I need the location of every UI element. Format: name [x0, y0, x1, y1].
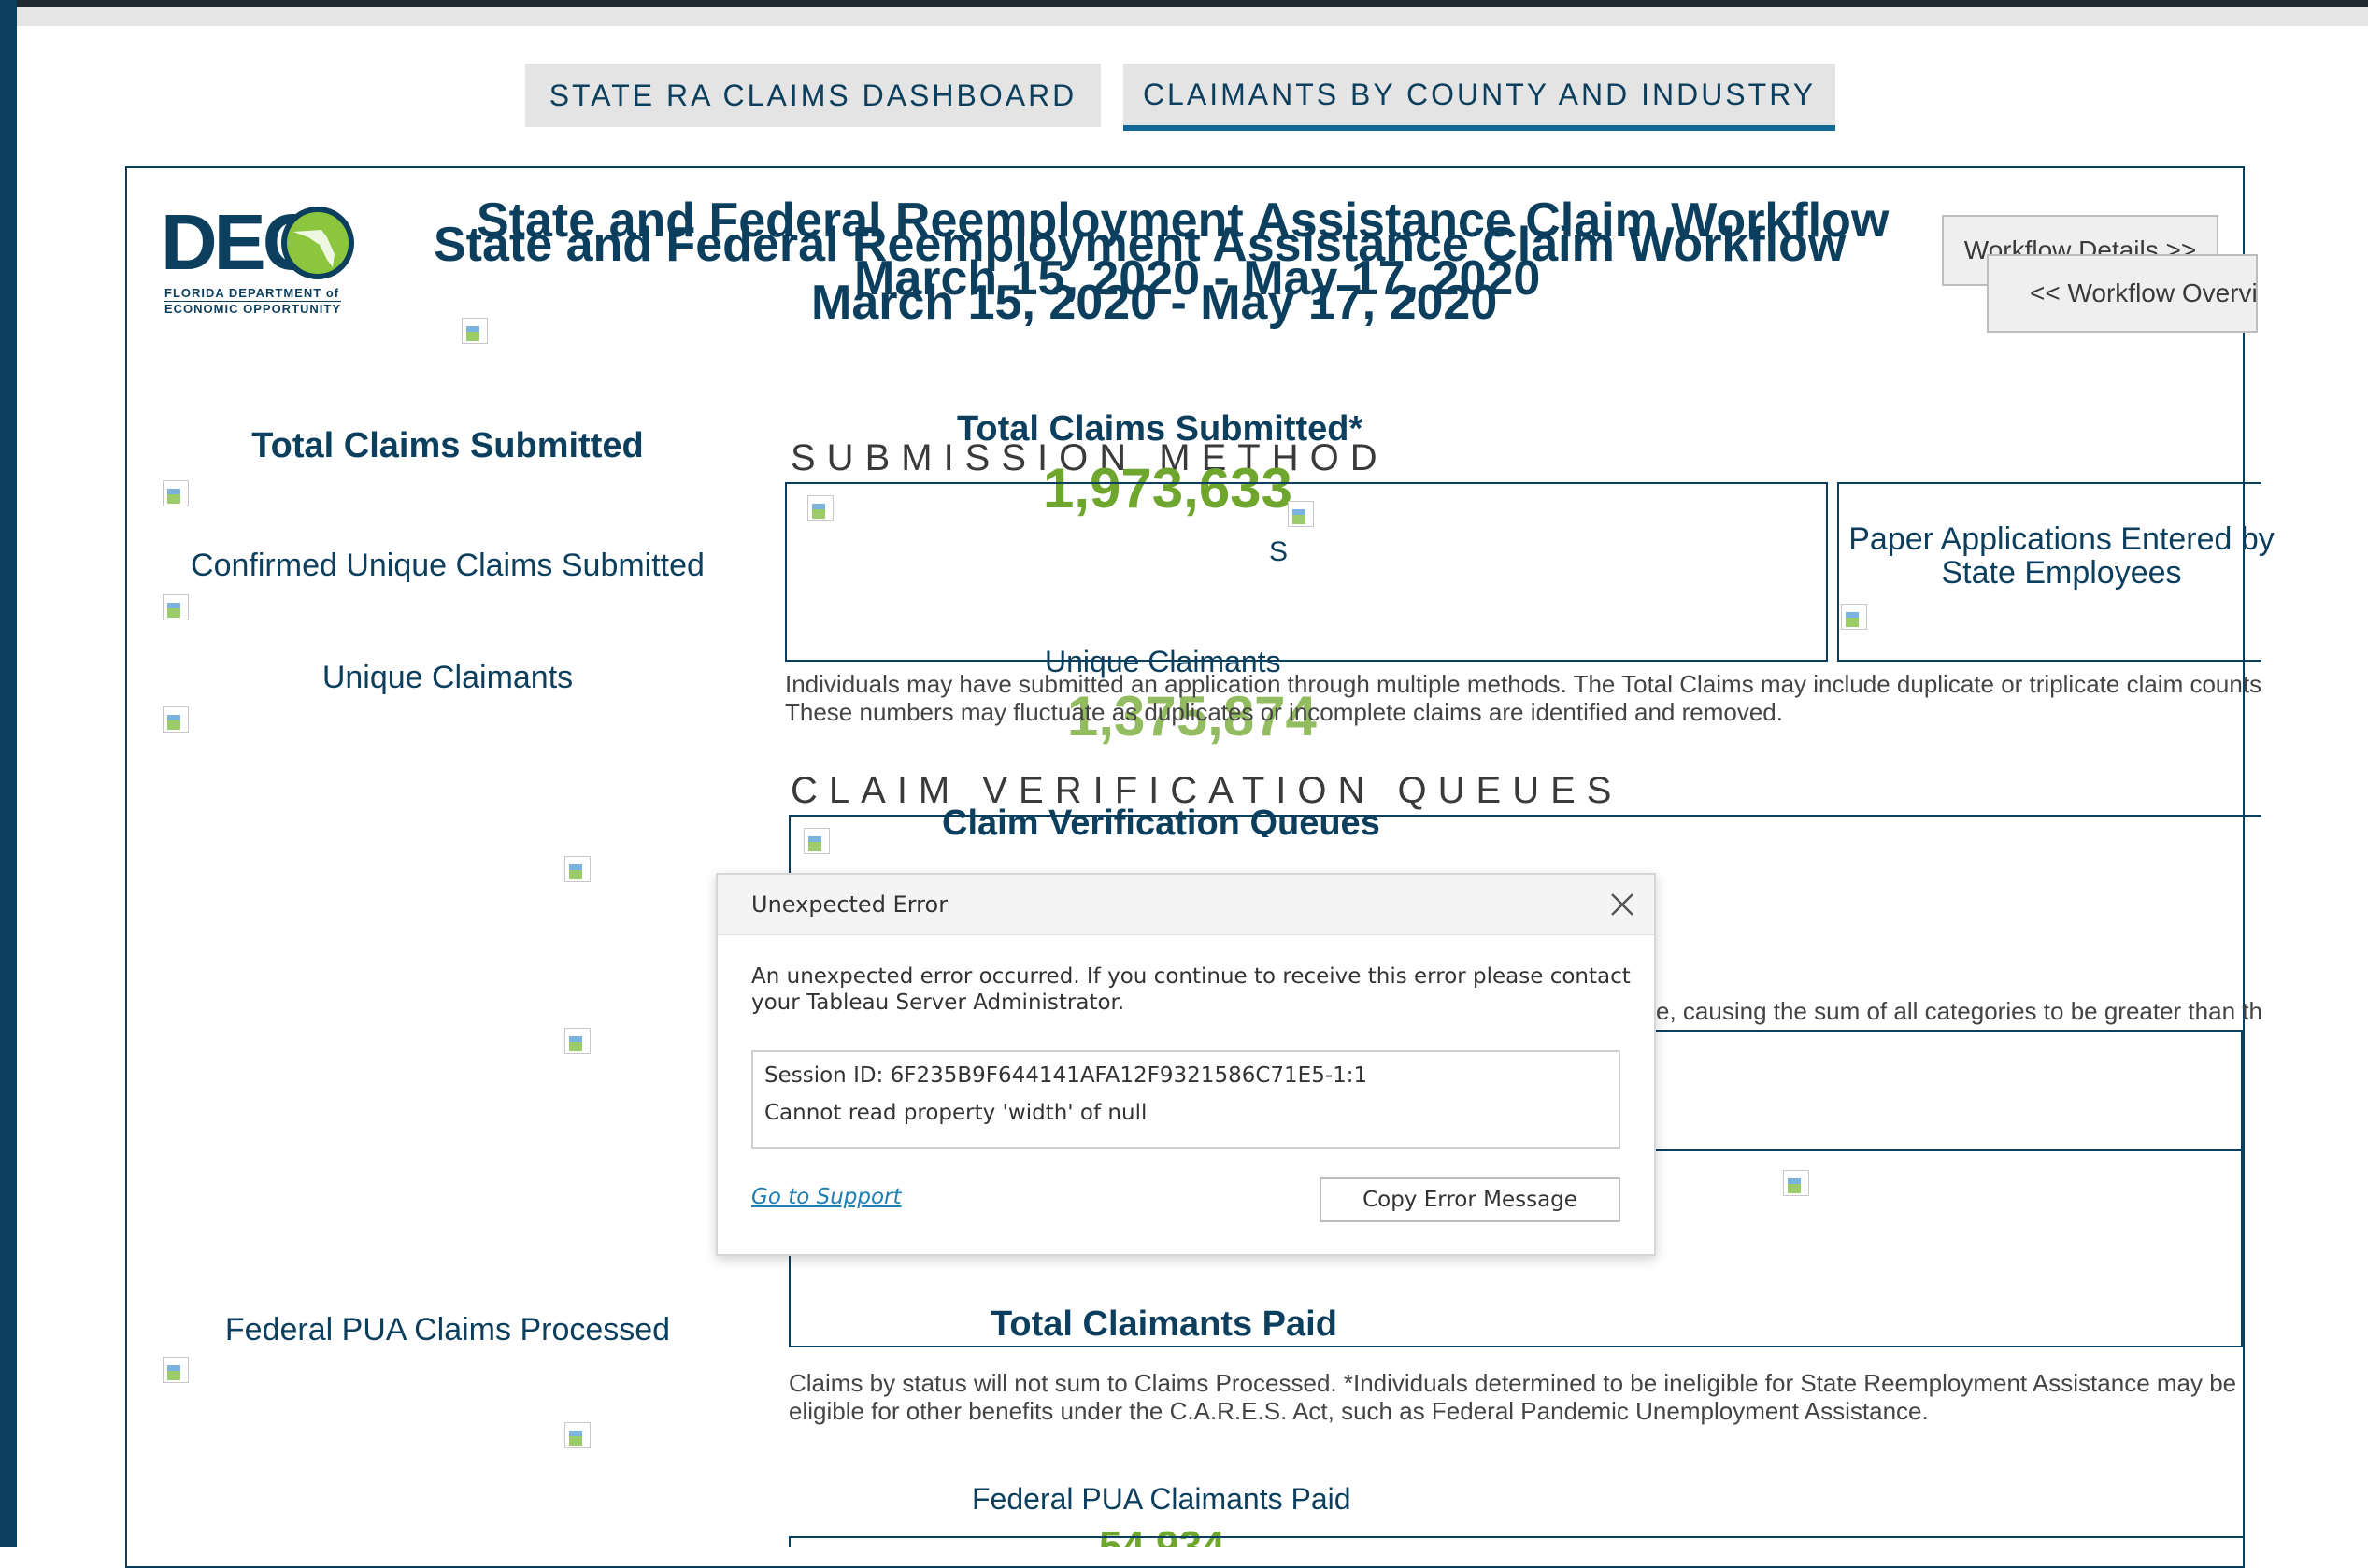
total-claims-submitted-label: Total Claims Submitted [251, 426, 644, 465]
broken-image-icon [807, 495, 834, 521]
page-date-range-duplicate: March 15, 2020 - May 17, 2020 [811, 276, 1498, 330]
confirmed-unique-claims-label: Confirmed Unique Claims Submitted [191, 548, 705, 583]
broken-image-icon [804, 828, 830, 854]
broken-image-icon [163, 1357, 189, 1383]
submission-note-line-2: These numbers may fluctuate as duplicate… [785, 698, 1783, 726]
broken-image-icon [1288, 501, 1314, 527]
dialog-message-line-2: your Tableau Server Administrator. [751, 991, 1125, 1015]
dialog-title: Unexpected Error [751, 891, 949, 918]
broken-image-icon [564, 1422, 591, 1448]
florida-globe-icon [281, 207, 354, 279]
page-top-band [0, 7, 2368, 26]
logo-subtitle-1: FLORIDA DEPARTMENT of [164, 286, 340, 300]
dialog-header: Unexpected Error [718, 875, 1654, 935]
close-icon[interactable] [1609, 891, 1635, 918]
claims-status-note-line-1: Claims by status will not sum to Claims … [789, 1369, 2237, 1397]
error-detail-text: Cannot read property 'width' of null [764, 1101, 1148, 1125]
claim-queues-note-fragment: e, causing the sum of all categories to … [1656, 997, 2261, 1025]
workflow-overview-button[interactable]: << Workflow Overvie [1987, 254, 2258, 333]
session-id-text: Session ID: 6F235B9F644141AFA12F9321586C… [764, 1063, 1368, 1088]
federal-pua-claimants-paid-label: Federal PUA Claimants Paid [972, 1482, 1351, 1516]
tab-claimants-by-county-and-industry[interactable]: CLAIMANTS BY COUNTY AND INDUSTRY [1123, 64, 1835, 131]
tab-state-ra-claims-dashboard[interactable]: STATE RA CLAIMS DASHBOARD [525, 64, 1101, 127]
broken-image-icon [564, 856, 591, 882]
go-to-support-link[interactable]: Go to Support [751, 1185, 902, 1209]
claim-queues-inner-box [1656, 1030, 2243, 1151]
total-claimants-paid-label: Total Claimants Paid [991, 1304, 1337, 1344]
broken-image-icon [1841, 604, 1867, 630]
broken-image-icon [163, 706, 189, 733]
federal-pua-claims-processed-label: Federal PUA Claims Processed [224, 1312, 671, 1347]
unique-claimants-label: Unique Claimants [321, 660, 574, 695]
copy-error-message-button[interactable]: Copy Error Message [1320, 1177, 1620, 1222]
logo-subtitle-2: ECONOMIC OPPORTUNITY [164, 301, 342, 316]
error-details-box[interactable]: Session ID: 6F235B9F644141AFA12F9321586C… [751, 1050, 1620, 1149]
left-border [0, 0, 17, 1547]
submission-note-line-1: Individuals may have submitted an applic… [785, 670, 2262, 698]
paper-applications-label-1: Paper Applications Entered by [1848, 521, 2275, 557]
federal-pua-box-top [789, 1536, 2243, 1547]
broken-image-icon [163, 594, 189, 620]
deo-logo: DEO FLORIDA DEPARTMENT of ECONOMIC OPPOR… [161, 200, 357, 321]
broken-image-icon [163, 480, 189, 506]
broken-image-icon [462, 318, 488, 344]
paper-applications-label-2: State Employees [1941, 555, 2182, 591]
error-dialog: Unexpected Error An unexpected error occ… [716, 873, 1656, 1256]
browser-top-bar [0, 0, 2368, 7]
claims-status-note-line-2: eligible for other benefits under the C.… [789, 1397, 1929, 1425]
broken-image-icon [564, 1028, 591, 1054]
dialog-message-line-1: An unexpected error occurred. If you con… [751, 964, 1631, 989]
s-label: S [1269, 536, 1289, 567]
